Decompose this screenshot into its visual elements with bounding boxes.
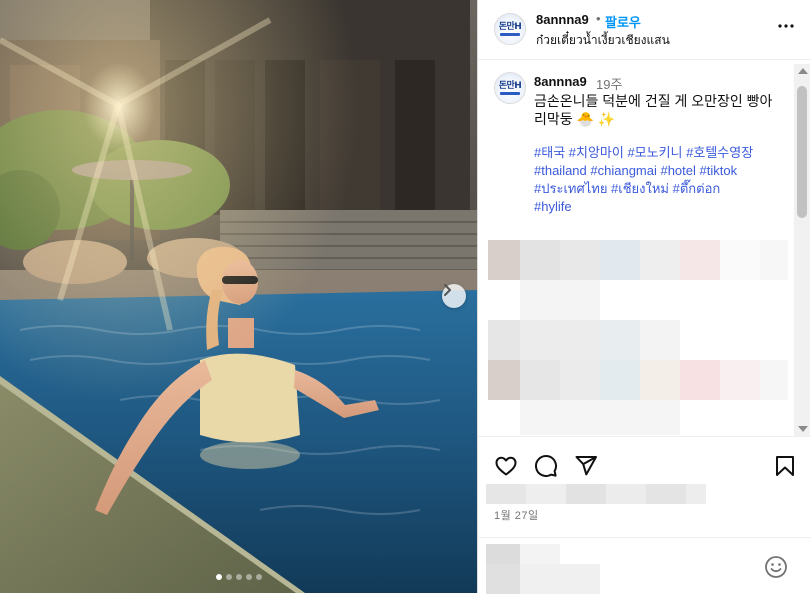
avatar-text: 돈만H — [498, 80, 522, 91]
caption-avatar[interactable]: 돈만H — [494, 72, 526, 104]
avatar-image: 돈만H — [495, 73, 525, 103]
post-sidebar: 돈만H 8annna9 • 팔로우 ก๋วยเตี๋ยวน้ำเงี้ยวเชี… — [478, 0, 811, 594]
share-button[interactable] — [574, 454, 598, 478]
avatar-image: 돈만H — [495, 14, 525, 44]
hashtag-line[interactable]: #태국 #치앙마이 #모노키니 #호텔수영장 — [534, 144, 789, 162]
avatar-bar — [500, 91, 520, 95]
carousel-dot — [215, 574, 222, 580]
carousel-dot — [255, 574, 262, 580]
more-options-icon — [778, 24, 794, 28]
like-button[interactable] — [494, 454, 518, 478]
carousel-next-button[interactable] — [442, 284, 466, 308]
hashtags: #태국 #치앙마이 #모노키니 #호텔수영장 #thailand #chiang… — [534, 144, 789, 216]
hashtag-line[interactable]: #hylife — [534, 198, 789, 216]
heart-icon — [495, 456, 517, 476]
caption-scrollbar[interactable] — [794, 64, 810, 436]
emoji-button[interactable] — [764, 555, 788, 579]
carousel-dot — [225, 574, 232, 580]
hashtag-line[interactable]: #ประเทศไทย #เชียงใหม่ #ตึ๊กต่อก — [534, 180, 789, 198]
smiley-icon — [765, 556, 787, 578]
avatar-text: 돈만H — [498, 21, 522, 32]
chevron-right-icon — [444, 284, 451, 296]
comment-bubble-icon — [535, 455, 557, 477]
scroll-up-arrow[interactable] — [798, 68, 808, 74]
header-separator: • — [596, 11, 601, 26]
comment-input-area[interactable] — [478, 537, 811, 595]
photo-illustration — [0, 0, 477, 593]
caption-username[interactable]: 8annna9 — [534, 74, 587, 89]
action-bar: 1월 27일 — [478, 436, 811, 594]
carousel-indicator — [0, 574, 477, 580]
follow-button[interactable]: 팔로우 — [605, 12, 641, 31]
caption-time: 19주 — [596, 77, 623, 92]
post-header: 돈만H 8annna9 • 팔로우 ก๋วยเตี๋ยวน้ำเงี้ยวเชี… — [478, 0, 811, 60]
paper-plane-icon — [575, 456, 597, 476]
post-date: 1월 27일 — [494, 510, 539, 522]
caption-text: 금손온니들 덕분에 건질 게 오만장인 빵아리막둥 🐣 ✨ — [534, 93, 773, 127]
avatar-bar — [500, 32, 520, 36]
bookmark-icon — [776, 456, 794, 476]
caption-area: 돈만H 8annna9 19주 금손온니들 덕분에 건질 게 오만장인 빵아리막… — [478, 60, 796, 435]
avatar[interactable]: 돈만H — [494, 13, 526, 45]
header-username[interactable]: 8annna9 — [536, 12, 589, 27]
comment-button[interactable] — [534, 454, 558, 478]
save-button[interactable] — [773, 454, 797, 478]
hashtag-line[interactable]: #thailand #chiangmai #hotel #tiktok — [534, 162, 789, 180]
scrollbar-thumb[interactable] — [797, 86, 807, 218]
carousel-dot — [235, 574, 242, 580]
carousel-dot — [245, 574, 252, 580]
scroll-down-arrow[interactable] — [798, 426, 808, 432]
more-options-button[interactable] — [774, 14, 798, 38]
post-photo[interactable] — [0, 0, 477, 593]
location-link[interactable]: ก๋วยเตี๋ยวน้ำเงี้ยวเชียงแสน — [536, 31, 670, 50]
